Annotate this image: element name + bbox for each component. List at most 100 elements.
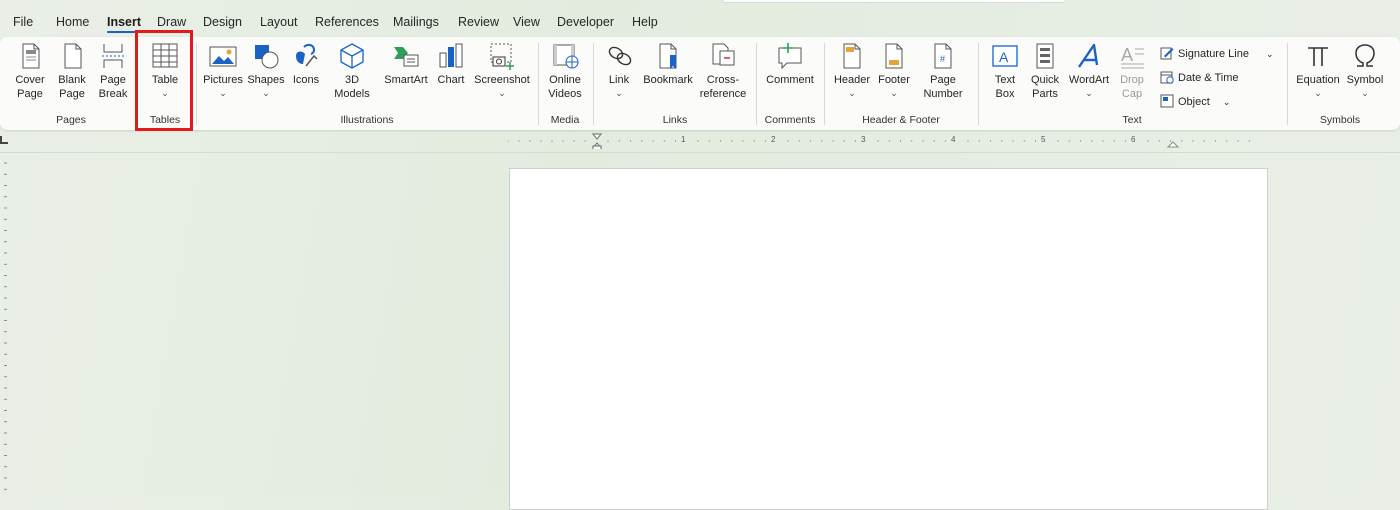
group-label-media: Media — [550, 114, 580, 126]
page-break-icon — [102, 44, 124, 68]
object-label: Object — [1178, 96, 1210, 108]
separator — [1287, 43, 1288, 125]
screenshot-icon — [490, 43, 514, 70]
group-label-pages: Pages — [56, 114, 86, 126]
shapes-icon — [255, 45, 279, 69]
cross-reference-button[interactable]: Cross- reference — [698, 41, 748, 101]
vertical-ruler[interactable] — [0, 155, 12, 495]
link-label: Link — [608, 74, 630, 86]
online-videos-button[interactable]: Online Videos — [544, 41, 586, 101]
tab-review[interactable]: Review — [458, 15, 499, 29]
icons-button[interactable]: Icons — [289, 41, 323, 87]
group-label-header-footer: Header & Footer — [862, 114, 940, 126]
chevron-down-icon: ⌄ — [890, 88, 898, 98]
chart-button[interactable]: Chart — [434, 41, 468, 87]
quick-parts-button[interactable]: Quick Parts — [1026, 41, 1064, 101]
group-label-text: Text — [1122, 114, 1142, 126]
bookmark-icon — [659, 43, 677, 69]
online-videos-label: Online Videos — [548, 74, 582, 100]
symbol-label: Symbol — [1346, 74, 1384, 86]
date-time-label: Date & Time — [1178, 72, 1239, 84]
cover-page-button[interactable]: Cover Page — [10, 41, 50, 101]
group-label-illustrations: Illustrations — [340, 114, 394, 126]
screenshot-button[interactable]: Screenshot ⌄ — [472, 41, 532, 99]
svg-text:A: A — [999, 49, 1009, 65]
tab-design[interactable]: Design — [203, 15, 242, 29]
comment-button[interactable]: Comment — [762, 41, 818, 87]
text-box-label: Text Box — [994, 74, 1016, 100]
comment-icon — [778, 43, 802, 70]
wordart-button[interactable]: WordArt ⌄ — [1066, 41, 1112, 99]
equation-button[interactable]: Equation ⌄ — [1294, 41, 1342, 99]
page-number-label: Page Number — [923, 74, 963, 100]
shapes-button[interactable]: Shapes ⌄ — [247, 41, 285, 99]
footer-button[interactable]: Footer ⌄ — [874, 41, 914, 99]
group-label-symbols: Symbols — [1319, 114, 1361, 126]
quick-parts-label: Quick Parts — [1030, 74, 1060, 100]
signature-icon — [1160, 47, 1174, 60]
tab-references[interactable]: References — [315, 15, 379, 29]
chevron-down-icon: ⌄ — [1085, 88, 1093, 98]
group-label-comments: Comments — [764, 114, 816, 126]
table-highlight-box — [135, 30, 193, 131]
3d-models-label: 3D Models — [334, 74, 370, 100]
link-button[interactable]: Link ⌄ — [604, 41, 634, 99]
document-page[interactable] — [509, 168, 1268, 510]
group-label-links: Links — [662, 114, 688, 126]
header-button[interactable]: Header ⌄ — [832, 41, 872, 99]
ruler-number: 6 — [1131, 135, 1136, 144]
svg-text:#: # — [940, 54, 945, 64]
tab-draw[interactable]: Draw — [157, 15, 186, 29]
drop-cap-button[interactable]: A Drop Cap — [1114, 41, 1150, 101]
ribbon-tab-bar: File Home Insert Draw Design Layout Refe… — [0, 0, 1400, 36]
ruler-number: 1 — [681, 135, 686, 144]
chevron-down-icon: ⌄ — [1361, 88, 1369, 98]
tab-developer[interactable]: Developer — [557, 15, 614, 29]
quick-parts-icon — [1036, 43, 1054, 69]
tab-mailings[interactable]: Mailings — [393, 15, 439, 29]
object-button[interactable]: Object ⌄ — [1160, 94, 1230, 108]
blank-page-button[interactable]: Blank Page — [52, 41, 92, 101]
tab-file[interactable]: File — [13, 15, 33, 29]
tab-insert[interactable]: Insert — [107, 15, 142, 33]
object-icon — [1160, 94, 1174, 108]
date-time-button[interactable]: Date & Time — [1160, 70, 1239, 84]
shapes-label: Shapes — [247, 74, 285, 86]
text-box-icon: A — [992, 45, 1018, 67]
symbol-button[interactable]: Symbol ⌄ — [1343, 41, 1387, 99]
text-box-button[interactable]: A Text Box — [986, 41, 1024, 101]
header-icon — [843, 43, 861, 69]
tab-help[interactable]: Help — [632, 15, 658, 29]
footer-label: Footer — [878, 74, 910, 86]
bookmark-button[interactable]: Bookmark — [640, 41, 696, 87]
calendar-icon — [1160, 71, 1174, 84]
page-number-button[interactable]: # Page Number — [916, 41, 970, 101]
tab-layout[interactable]: Layout — [260, 15, 298, 29]
cross-reference-label: Cross- reference — [699, 74, 747, 100]
header-label: Header — [833, 74, 871, 86]
online-video-icon — [553, 44, 579, 69]
cross-reference-icon — [712, 43, 735, 66]
separator — [196, 43, 197, 125]
page-break-button[interactable]: Page Break — [94, 41, 132, 101]
pictures-button[interactable]: Pictures ⌄ — [202, 41, 244, 99]
footer-icon — [885, 43, 903, 69]
screenshot-label: Screenshot — [474, 74, 530, 86]
equation-label: Equation — [1296, 74, 1340, 86]
comment-label: Comment — [766, 74, 814, 86]
smartart-label: SmartArt — [384, 74, 428, 86]
separator — [593, 43, 594, 125]
tab-stop-selector[interactable] — [0, 136, 8, 144]
svg-text:A: A — [1121, 45, 1133, 65]
3d-models-button[interactable]: 3D Models — [329, 41, 375, 101]
separator — [538, 43, 539, 125]
wordart-icon — [1078, 43, 1099, 68]
signature-line-button[interactable]: Signature Line ⌄ — [1160, 46, 1274, 60]
drop-cap-icon: A — [1121, 45, 1144, 69]
smartart-button[interactable]: SmartArt — [382, 41, 430, 87]
tab-home[interactable]: Home — [56, 15, 89, 29]
tab-view[interactable]: View — [513, 15, 540, 29]
ribbon-insert: Cover Page Blank Page Page Break Pages T… — [0, 37, 1400, 130]
horizontal-ruler[interactable]: 1 2 3 4 5 6 — [507, 133, 1268, 151]
chevron-down-icon: ⌄ — [848, 88, 856, 98]
